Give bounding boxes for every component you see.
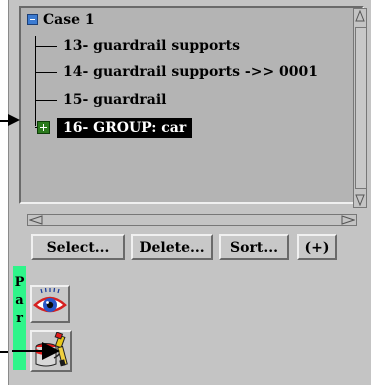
scroll-right-arrow-icon[interactable] xyxy=(341,215,355,225)
object-tree-list[interactable]: Case 1 13- guardrail supports 14- guardr… xyxy=(19,6,364,204)
object-tree-panel: Case 1 13- guardrail supports 14- guardr… xyxy=(8,0,371,385)
tree-branch-line xyxy=(35,100,57,101)
select-button[interactable]: Select... xyxy=(31,234,125,260)
eye-icon xyxy=(33,287,67,313)
tree-item-13[interactable]: 13- guardrail supports xyxy=(63,36,240,56)
par-tab-letter: a xyxy=(15,293,24,308)
callout-arrow-icon xyxy=(12,342,60,360)
tree-trunk-line xyxy=(35,36,36,126)
collapse-toggle-icon[interactable] xyxy=(27,14,38,25)
delete-button[interactable]: Delete... xyxy=(131,234,213,260)
sort-button[interactable]: Sort... xyxy=(219,234,289,260)
vertical-scrollbar[interactable] xyxy=(353,8,367,208)
expand-all-button[interactable]: (+) xyxy=(297,234,337,260)
tree-branch-line xyxy=(35,72,57,73)
par-tab-letter: P xyxy=(14,275,25,290)
horizontal-scrollbar[interactable] xyxy=(27,214,357,226)
par-tab-letter: r xyxy=(16,311,23,326)
tree-branch-line xyxy=(35,46,57,47)
scroll-up-arrow-icon[interactable] xyxy=(355,10,365,22)
tree-item-15[interactable]: 15- guardrail xyxy=(63,90,166,110)
scroll-down-arrow-icon[interactable] xyxy=(355,194,365,206)
scroll-left-arrow-icon[interactable] xyxy=(29,215,43,225)
vertical-scroll-thumb[interactable] xyxy=(355,27,367,189)
callout-arrow-icon xyxy=(8,114,20,126)
tree-item-16-selected[interactable]: 16- GROUP: car xyxy=(57,118,193,138)
expand-toggle-icon[interactable] xyxy=(37,121,50,134)
tree-item-14[interactable]: 14- guardrail supports ->> 0001 xyxy=(63,62,318,82)
visibility-button[interactable] xyxy=(30,285,70,323)
tree-root-label[interactable]: Case 1 xyxy=(43,10,95,30)
